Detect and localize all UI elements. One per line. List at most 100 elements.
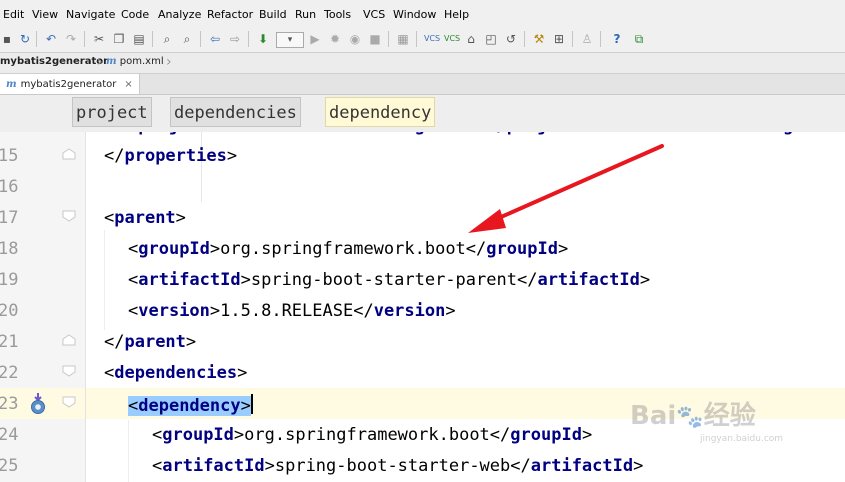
settings-icon[interactable]: ⚒: [532, 32, 546, 46]
close-icon[interactable]: ×: [124, 79, 132, 90]
find-icon[interactable]: ⌕: [160, 32, 174, 46]
line-number: 20: [0, 301, 19, 321]
plugin-icon[interactable]: ⧉: [632, 32, 646, 46]
project-structure-icon[interactable]: ▦: [396, 32, 410, 46]
menu-run[interactable]: Run: [295, 8, 316, 21]
redo-icon[interactable]: ↷: [64, 32, 78, 46]
code-line-18: <groupId>org.springframework.boot</group…: [128, 239, 569, 259]
menu-code[interactable]: Code: [121, 8, 149, 21]
stop-icon[interactable]: ■: [368, 32, 382, 46]
toolbar-separator: [572, 31, 573, 47]
make-project-icon[interactable]: ⬇: [256, 32, 270, 46]
matched-tag-highlight: <dependency>: [128, 396, 251, 416]
toolbar-separator: [524, 31, 525, 47]
navigation-bar: mybatis2generator › m pom.xml ›: [0, 53, 845, 74]
cut-icon[interactable]: ✂: [92, 32, 106, 46]
fold-start-icon[interactable]: [62, 396, 76, 408]
coverage-icon[interactable]: ◉: [348, 32, 362, 46]
save-icon[interactable]: ▪: [0, 32, 14, 46]
nav-file-label: pom.xml: [119, 56, 164, 67]
gutter-divider: [85, 132, 86, 482]
line-number: 23: [0, 394, 19, 414]
menu-tools[interactable]: Tools: [324, 8, 351, 21]
watermark-logo: Bai🐾经验: [630, 401, 756, 431]
code-line-23: <dependency>: [128, 394, 253, 416]
toolbar-separator: [248, 31, 249, 47]
line-number: 17: [0, 208, 19, 228]
indent-guide: [201, 132, 202, 202]
run-config-select[interactable]: ▾: [276, 32, 304, 48]
line-number: 19: [0, 270, 19, 290]
vcs-update-icon[interactable]: VCS: [424, 32, 440, 46]
text-caret: [250, 394, 253, 414]
replace-icon[interactable]: ⌕: [180, 32, 194, 46]
forward-icon[interactable]: ⇨: [228, 32, 242, 46]
fold-start-icon[interactable]: [62, 365, 76, 377]
code-line-17: <parent>: [104, 208, 186, 228]
sdk-icon[interactable]: ♙: [580, 32, 594, 46]
sync-icon[interactable]: ↻: [18, 32, 32, 46]
tab-label: mybatis2generator: [20, 78, 117, 90]
editor-tab-bar: m mybatis2generator ×: [0, 74, 845, 95]
copy-icon[interactable]: ❐: [112, 32, 126, 46]
indent-guide: [104, 230, 105, 330]
menu-bar: Edit View Navigate Code Analyze Refactor…: [0, 0, 845, 29]
toolbar-separator: [600, 31, 601, 47]
vcs-history-icon[interactable]: ◰: [484, 32, 498, 46]
code-line-24: <groupId>org.springframework.boot</group…: [152, 425, 593, 445]
toolbar-separator: [388, 31, 389, 47]
indent-guide: [128, 420, 129, 482]
paste-icon[interactable]: ▤: [132, 32, 146, 46]
toolbar-separator: [152, 31, 153, 47]
maven-run-icon[interactable]: [29, 392, 47, 416]
vcs-compare-icon[interactable]: ⌂: [464, 32, 478, 46]
nav-separator-icon: ›: [166, 54, 172, 70]
undo-icon[interactable]: ↶: [44, 32, 58, 46]
back-icon[interactable]: ⇦: [208, 32, 222, 46]
fold-end-icon[interactable]: [62, 334, 76, 346]
fold-start-icon[interactable]: [62, 210, 76, 222]
xml-breadcrumb-bar: project dependencies dependency: [0, 95, 845, 133]
toolbar-separator: [200, 31, 201, 47]
nav-file[interactable]: m pom.xml: [106, 56, 164, 67]
menu-edit[interactable]: Edit: [3, 8, 24, 21]
menu-navigate[interactable]: Navigate: [66, 8, 115, 21]
menu-build[interactable]: Build: [259, 8, 287, 21]
vcs-commit-icon[interactable]: VCS: [444, 32, 460, 46]
code-line-21: </parent>: [104, 332, 197, 352]
breadcrumb-dependency[interactable]: dependency: [325, 97, 436, 127]
vcs-revert-icon[interactable]: ↺: [504, 32, 518, 46]
line-number: 22: [0, 363, 19, 383]
menu-window[interactable]: Window: [393, 8, 436, 21]
code-line-15: </properties>: [104, 146, 238, 166]
watermark-url: jingyan.baidu.com: [700, 434, 784, 444]
tab-mybatis2generator[interactable]: m mybatis2generator ×: [0, 74, 140, 94]
code-line-22: <dependencies>: [104, 363, 248, 383]
menu-analyze[interactable]: Analyze: [158, 8, 201, 21]
toolbar-separator: [84, 31, 85, 47]
menu-view[interactable]: View: [32, 8, 58, 21]
nav-separator-icon: ›: [97, 54, 103, 70]
main-toolbar: ▪ ↻ ↶ ↷ ✂ ❐ ▤ ⌕ ⌕ ⇦ ⇨ ⬇ ▾ ▶ ✹ ◉ ■ ▦ VCS …: [0, 28, 845, 53]
breadcrumb-project[interactable]: project: [72, 97, 152, 127]
fold-end-icon[interactable]: [62, 148, 76, 160]
help-icon[interactable]: ?: [610, 32, 624, 46]
menu-vcs[interactable]: VCS: [363, 8, 385, 21]
menu-help[interactable]: Help: [444, 8, 469, 21]
line-number: 16: [0, 177, 19, 197]
toolbar-separator: [416, 31, 417, 47]
line-number: 18: [0, 239, 19, 259]
toolbar-separator: [36, 31, 37, 47]
line-number: 25: [0, 456, 19, 476]
line-number: 24: [0, 425, 19, 445]
project-settings-icon[interactable]: ⊞: [552, 32, 566, 46]
breadcrumb-dependencies[interactable]: dependencies: [170, 97, 301, 127]
code-line-20: <version>1.5.8.RELEASE</version>: [128, 301, 456, 321]
nav-project[interactable]: mybatis2generator: [0, 56, 108, 67]
line-number: 21: [0, 332, 19, 352]
code-line-25: <artifactId>spring-boot-starter-web</art…: [152, 456, 644, 476]
run-icon[interactable]: ▶: [308, 32, 322, 46]
maven-file-icon: m: [6, 78, 17, 90]
debug-icon[interactable]: ✹: [328, 32, 342, 46]
menu-refactor[interactable]: Refactor: [207, 8, 253, 21]
